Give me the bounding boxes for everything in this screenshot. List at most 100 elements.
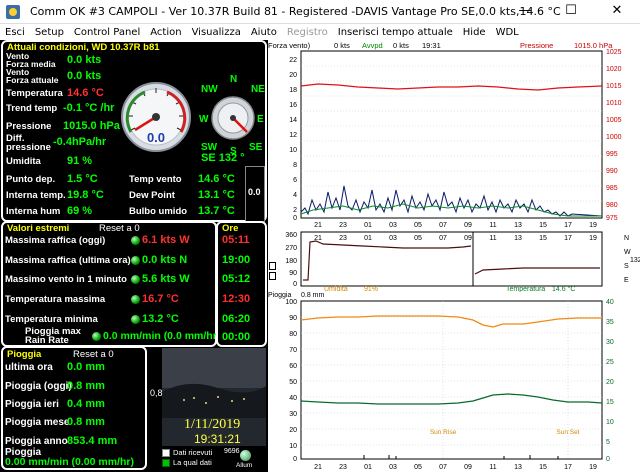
extreme-led-5 [92,332,101,341]
pressure-tick-990: 990 [606,168,618,175]
hum-tick-90: 90 [289,315,297,322]
maximize-button[interactable]: ☐ [548,0,594,24]
hum-tick-0: 0 [293,456,297,463]
direction-scroll-up[interactable] [269,262,276,270]
extreme-time-1: 19:00 [222,254,251,266]
dir-x-03: 03 [389,235,397,242]
dir-side-value: 132 [630,257,640,264]
temp-x-05: 05 [414,464,422,471]
pressure-tick-985: 985 [606,185,618,192]
menu-visualizza[interactable]: Visualizza [187,27,246,38]
trend-label: Trend temp [6,103,58,114]
trend-value: -0.1 °C /hr [63,102,115,114]
wind-now-value: 0.0 kts [67,70,102,82]
direction-chart: 360 270 180 90 0 21 23 01 03 05 07 09 11… [268,228,640,293]
wind-avg-label: Vento Forza media [6,51,56,69]
rain-label-1: Pioggia (oggi) [5,381,72,392]
temp-x-23: 23 [339,464,347,471]
close-button[interactable]: ✕ [594,0,640,24]
temp-left-axis: 100 90 80 70 60 50 40 30 20 10 0 [285,299,297,463]
compass-nw: NW [201,84,218,95]
menu-action[interactable]: Action [145,27,186,38]
pressure-tick-1020: 1020 [606,66,622,73]
dewpoint-value: 13.1 °C [198,189,235,201]
humidity-label: Umidita [6,156,41,167]
temp-value: 14.6 °C [67,87,104,99]
compass-ne: NE [251,84,265,95]
extreme-value-3: 16.7 °C [142,293,179,305]
data-received-count: 9696 [224,448,240,455]
sunrise-label: Sun Rise [430,429,457,436]
hum-tick-30: 30 [289,411,297,418]
extreme-value-0: 6.1 kts W [142,234,190,246]
alarm-label: Allum [236,462,253,469]
pressure-tick-1005: 1005 [606,117,622,124]
hum-tick-70: 70 [289,347,297,354]
temp-x-09: 09 [464,464,472,471]
extreme-value-4: 13.2 °C [142,313,179,325]
dir-x-07: 07 [439,235,447,242]
inhum-value: 69 % [67,205,93,217]
side-value: 0.0 [248,187,261,197]
menu-registro[interactable]: Registro [282,27,333,38]
ore-header: Ore [222,223,239,234]
ore-panel: Ore 05:11 19:00 05:12 12:30 06:20 00:00 [216,221,267,347]
extremes-panel: Valori estremi Reset a 0 Massima raffica… [1,221,220,347]
dir-x-21: 21 [314,235,322,242]
temp-humidity-plot: 100 90 80 70 60 50 40 30 20 10 0 40 35 3… [285,299,614,471]
minimize-button[interactable]: — [502,0,548,24]
extreme-label-2: Massimo vento in 1 minuto [5,274,127,285]
dir-side-w: W [624,249,631,256]
hum-tick-80: 80 [289,331,297,338]
menu-control-panel[interactable]: Control Panel [69,27,145,38]
menu-wdl[interactable]: WDL [491,27,524,38]
rain-reset[interactable]: Reset a 0 [73,349,114,360]
hum-tick-20: 20 [289,427,297,434]
temp-right-axis: 40 35 30 25 20 15 10 5 0 [606,299,614,463]
dir-x-17: 17 [564,235,572,242]
webcam-time: 19:31:21 [194,432,241,446]
dir-x-19: 19 [589,235,597,242]
extreme-led-1 [131,256,140,265]
pressure-tick-1025: 1025 [606,49,622,56]
wind-tick-10: 10 [289,147,297,154]
menu-esci[interactable]: Esci [0,27,30,38]
direction-side-letters: N W S E 132 [624,235,640,284]
extremes-reset[interactable]: Reset a 0 [99,223,140,234]
temp-x-15: 15 [539,464,547,471]
dir-tick-0: 0 [293,281,297,288]
extreme-label-1: Massima raffica (ultima ora) [5,255,131,266]
windchill-label: Temp vento [129,174,182,185]
wind-tick-4: 4 [293,192,297,199]
temp-label: Temperatura [6,88,63,99]
temp-humidity-chart: Pioggia 0.8 mm 100 90 80 70 60 50 40 30 … [268,292,640,472]
rain-panel: Pioggia Reset a 0 ultima ora 0.0 mm Piog… [1,346,147,470]
menu-hide[interactable]: Hide [458,27,491,38]
menu-setup[interactable]: Setup [30,27,69,38]
compass-w: W [199,114,209,125]
menu-inserisci-tempo[interactable]: Inserisci tempo attuale [333,27,458,38]
wind-gauge-value: 0.0 [147,130,165,145]
compass-n: N [230,74,237,85]
pressure-tick-995: 995 [606,151,618,158]
rain-label-2: Pioggia ieri [5,399,59,410]
dir-x-23: 23 [339,235,347,242]
direction-scroll-down[interactable] [269,272,276,280]
pressure-label: Pressione [6,121,52,132]
temp-x-21: 21 [314,464,322,471]
hum-tick-40: 40 [289,395,297,402]
menu-aiuto[interactable]: Aiuto [246,27,282,38]
temp-tick-20: 20 [606,379,614,386]
extreme-led-3 [131,295,140,304]
sunset-label: Sun Set [556,429,579,436]
app-icon [6,4,20,19]
wind-tick-16: 16 [289,102,297,109]
window-title: Comm OK #3 CAMPOLI - Ver 10.37R Build 81… [30,5,561,18]
dir-tick-90: 90 [289,270,297,277]
alarm-icon[interactable] [240,450,251,461]
temp-tick-10: 10 [606,419,614,426]
diff-label: Diff. pressione [6,133,51,153]
status-area: Dati ricevuti 9696 La qual dati Allum [148,446,266,472]
wind-left-axis: 22 20 18 16 14 12 10 8 6 4 2 0 [289,57,297,222]
wind-gauge-hub [152,113,160,121]
